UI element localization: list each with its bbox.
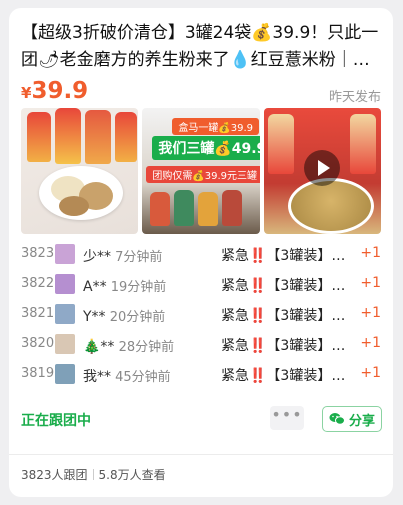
follower-name-time: 🎄** 28分钟前 [83,336,174,355]
product-image-1[interactable] [21,108,139,234]
follower-seq: 3821 [21,306,55,321]
follower-name: Y** [83,309,106,325]
play-icon[interactable] [303,150,340,186]
follower-time: 7分钟前 [115,250,163,265]
image-tag-mid: 我们三罐💰49.9 [152,136,260,160]
follower-time: 28分钟前 [118,340,175,355]
follower-name: 少** [83,249,111,265]
avatar [55,244,75,264]
share-label: 分享 [349,414,376,429]
follower-time: 20分钟前 [109,310,166,325]
drink-cup [287,178,374,234]
price-value: 39.9 [31,78,89,104]
price-currency: ¥ [21,84,32,102]
share-button[interactable]: 分享 [322,406,382,432]
follower-seq: 3823 [21,246,55,261]
avatar [55,274,75,294]
follower-name: 我** [83,369,111,385]
follower-time: 45分钟前 [115,370,171,385]
image-gallery: 盒马一罐💰39.9 我们三罐💰49.9 团购仅需💰39.9元三罐 [21,108,381,234]
follower-name: A** [83,279,107,295]
avatar [55,304,75,324]
follower-seq: 3820 [21,336,55,351]
group-buy-card[interactable]: 【超级3折破价清仓】3罐24袋💰39.9！只此一团🌶老金磨方的养生粉来了💧红豆薏… [9,8,393,497]
follower-qty: +1 [360,365,381,381]
follower-seq: 3819 [21,366,55,381]
image-tag-bottom: 团购仅需💰39.9元三罐 [146,166,260,183]
product-image-2[interactable]: 盒马一罐💰39.9 我们三罐💰49.9 团购仅需💰39.9元三罐 [142,108,260,234]
follower-name-time: 我** 45分钟前 [83,366,171,386]
follower-qty: +1 [360,305,381,321]
post-title[interactable]: 【超级3折破价清仓】3罐24袋💰39.9！只此一团🌶老金磨方的养生粉来了💧红豆薏… [21,20,381,74]
follower-count: 3823人跟团 [21,468,88,482]
price-row: ¥39.9 昨天发布 [21,78,381,108]
follower-list: 3823 少** 7分钟前 紧急‼️【3罐装】老金磨方养生粉 +1 3822 A… [21,240,381,390]
follower-qty: +1 [360,275,381,291]
follower-product: 紧急‼️【3罐装】老金磨方养生粉 [221,338,351,354]
follower-time: 19分钟前 [110,280,167,295]
follower-product: 紧急‼️【3罐装】老金磨方养生粉 [221,308,351,324]
price: ¥39.9 [21,78,88,104]
more-button[interactable]: ••• [270,406,304,430]
follower-seq: 3822 [21,276,55,291]
stats-bar: 3823人跟团 5.8万人查看 [21,466,166,483]
follower-row[interactable]: 3822 A** 19分钟前 紧急‼️【3罐装】老金磨方养生粉 +1 [21,270,381,300]
avatar [55,334,75,354]
follower-name-time: A** 19分钟前 [83,276,166,295]
avatar [55,364,75,384]
following-status: 正在跟团中 [21,413,91,429]
product-video[interactable] [263,108,381,234]
follower-name: 🎄** [83,339,115,355]
follower-product: 紧急‼️【3罐装】老金磨方养生粉 [221,278,351,294]
follower-qty: +1 [360,335,381,351]
follower-name-time: 少** 7分钟前 [83,246,162,266]
follower-row[interactable]: 3821 Y** 20分钟前 紧急‼️【3罐装】老金磨方养生粉 +1 [21,300,381,330]
view-count: 5.8万人查看 [98,468,166,482]
follower-product: 紧急‼️【3罐装】老金磨方养生粉 [221,248,351,264]
follower-qty: +1 [360,245,381,261]
stats-separator [92,469,94,480]
follower-row[interactable]: 3823 少** 7分钟前 紧急‼️【3罐装】老金磨方养生粉 +1 [21,240,381,270]
image-tag-top: 盒马一罐💰39.9 [172,118,260,135]
posted-time: 昨天发布 [328,90,381,105]
follower-name-time: Y** 20分钟前 [83,306,165,325]
follower-row[interactable]: 3819 我** 45分钟前 紧急‼️【3罐装】老金磨方养生粉 +1 [21,360,381,390]
divider [9,454,393,455]
follower-row[interactable]: 3820 🎄** 28分钟前 紧急‼️【3罐装】老金磨方养生粉 +1 [21,330,381,360]
wechat-icon [329,413,345,425]
follower-product: 紧急‼️【3罐装】老金磨方养生粉 [221,368,351,384]
